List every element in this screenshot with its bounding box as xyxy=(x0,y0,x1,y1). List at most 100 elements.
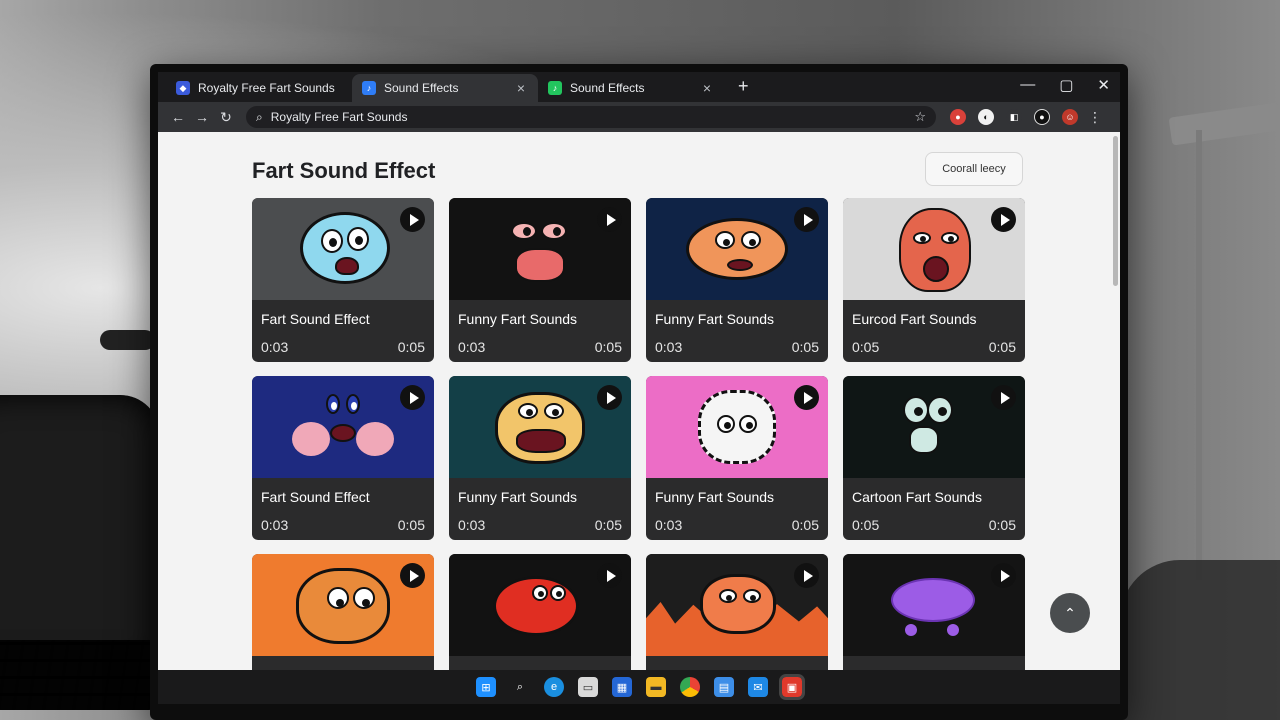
sound-card[interactable]: Funny Fart Sounds 0:03 0:05 xyxy=(646,376,828,540)
play-button[interactable] xyxy=(597,207,622,232)
record-extension-icon[interactable]: ● xyxy=(1034,109,1050,125)
edge-icon[interactable]: e xyxy=(544,677,564,697)
play-button[interactable] xyxy=(794,563,819,588)
new-tab-button[interactable]: + xyxy=(738,76,749,97)
play-button[interactable] xyxy=(794,385,819,410)
chair-arm xyxy=(100,330,155,350)
extensions: ● ◐ ◧ ● ☺ xyxy=(950,109,1078,125)
blue-app-icon: ♪ xyxy=(362,81,376,95)
duration: 0:05 xyxy=(988,517,1016,533)
current-time: 0:03 xyxy=(655,339,683,355)
red-extension-icon[interactable]: ● xyxy=(950,109,966,125)
screaming-head-icon xyxy=(899,208,971,292)
sound-card[interactable] xyxy=(843,554,1025,670)
office-chair xyxy=(0,395,160,665)
scroll-to-top-button[interactable]: ⌃ xyxy=(1050,593,1090,633)
play-button[interactable] xyxy=(597,563,622,588)
card-title: Funny Fart Sounds xyxy=(458,489,578,505)
bookmark-star-icon[interactable]: ☆ xyxy=(914,109,926,125)
tab-title: Royalty Free Fart Sounds xyxy=(198,81,335,95)
tab-title: Sound Effects xyxy=(384,81,459,95)
address-bar[interactable]: ⌕ Royalty Free Fart Sounds ☆ xyxy=(246,106,936,128)
forward-arrow-icon[interactable]: → xyxy=(190,109,214,125)
purple-drop-icon xyxy=(947,624,959,636)
play-button[interactable] xyxy=(991,207,1016,232)
play-button[interactable] xyxy=(991,385,1016,410)
windows-start-icon[interactable]: ⊞ xyxy=(476,677,496,697)
scrollbar[interactable] xyxy=(1113,136,1118,286)
close-window-button[interactable]: ✕ xyxy=(1097,76,1110,94)
play-button[interactable] xyxy=(400,207,425,232)
play-button[interactable] xyxy=(991,563,1016,588)
sound-card[interactable]: Funny Fart Sounds 0:03 0:05 xyxy=(449,198,631,362)
ghost-face-icon xyxy=(903,396,963,460)
current-time: 0:03 xyxy=(261,517,289,533)
close-icon[interactable]: × xyxy=(700,80,714,96)
chrome-icon[interactable] xyxy=(680,677,700,697)
sound-card[interactable] xyxy=(449,554,631,670)
mail-icon[interactable]: ✉ xyxy=(748,677,768,697)
filter-button[interactable]: Coorall leecy xyxy=(925,152,1023,186)
card-title: Fart Sound Effect xyxy=(261,311,370,327)
search-icon[interactable]: ⌕ xyxy=(510,677,530,697)
sleepy-orange-face-icon xyxy=(296,568,390,644)
page-title: Fart Sound Effect xyxy=(252,158,436,183)
maximize-button[interactable]: ▢ xyxy=(1059,76,1073,94)
red-app-icon[interactable]: ▣ xyxy=(779,674,805,700)
address-text: Royalty Free Fart Sounds xyxy=(270,110,408,124)
play-button[interactable] xyxy=(400,385,425,410)
play-button[interactable] xyxy=(794,207,819,232)
duration: 0:05 xyxy=(988,339,1016,355)
sound-card[interactable]: Cartoon Fart Sounds 0:05 0:05 xyxy=(843,376,1025,540)
current-time: 0:03 xyxy=(261,339,289,355)
blob-face-icon xyxy=(300,212,390,284)
keyboard xyxy=(0,640,165,710)
blue-shield-icon: ◆ xyxy=(176,81,190,95)
current-time: 0:03 xyxy=(655,517,683,533)
flame-face-icon xyxy=(700,574,776,634)
sound-card[interactable]: Funny Fart Sounds 0:03 0:05 xyxy=(646,198,828,362)
card-title: Funny Fart Sounds xyxy=(655,489,775,505)
orange-face-icon xyxy=(686,218,788,280)
folder-icon[interactable]: ▬ xyxy=(646,677,666,697)
current-time: 0:05 xyxy=(852,517,880,533)
yellow-face-icon xyxy=(495,392,585,464)
minimize-button[interactable]: — xyxy=(1020,76,1035,94)
fluffy-face-icon xyxy=(698,390,776,464)
calendar-icon[interactable]: ▤ xyxy=(714,677,734,697)
taskbar: ⊞ ⌕ e ▭ ▦ ▬ ▤ ✉ ▣ xyxy=(158,670,1120,704)
sound-card[interactable] xyxy=(252,554,434,670)
back-arrow-icon[interactable]: ← xyxy=(166,109,190,125)
card-title: Funny Fart Sounds xyxy=(458,311,578,327)
store-icon[interactable]: ▦ xyxy=(612,677,632,697)
menu-dots-icon[interactable]: ⋮ xyxy=(1088,109,1102,126)
tab-strip: ◆ Royalty Free Fart Sounds ♪ Sound Effec… xyxy=(158,72,1120,102)
red-blob-icon xyxy=(493,576,579,636)
file-icon[interactable]: ▭ xyxy=(578,677,598,697)
sound-card[interactable] xyxy=(646,554,828,670)
profile-extension-icon[interactable]: ◐ xyxy=(978,109,994,125)
sound-card[interactable]: Fart Sound Effect 0:03 0:05 xyxy=(252,376,434,540)
current-time: 0:03 xyxy=(458,339,486,355)
play-button[interactable] xyxy=(400,563,425,588)
lamp-pole xyxy=(1196,130,1202,580)
current-time: 0:03 xyxy=(458,517,486,533)
screen: ◆ Royalty Free Fart Sounds ♪ Sound Effec… xyxy=(158,72,1120,704)
duration: 0:05 xyxy=(594,339,622,355)
puzzle-extension-icon[interactable]: ◧ xyxy=(1006,109,1022,125)
card-title: Eurcod Fart Sounds xyxy=(852,311,977,327)
close-icon[interactable]: × xyxy=(514,80,528,96)
reload-icon[interactable]: ↻ xyxy=(214,109,238,126)
duration: 0:05 xyxy=(594,517,622,533)
tab-title: Sound Effects xyxy=(570,81,645,95)
tab-sound-effects[interactable]: ♪ Sound Effects × xyxy=(538,74,724,102)
sound-card[interactable]: Eurcod Fart Sounds 0:05 0:05 xyxy=(843,198,1025,362)
play-button[interactable] xyxy=(597,385,622,410)
tab-royalty-free[interactable]: ◆ Royalty Free Fart Sounds xyxy=(166,74,352,102)
monitor-stand xyxy=(1120,560,1280,720)
avatar-icon[interactable]: ☺ xyxy=(1062,109,1078,125)
green-app-icon: ♪ xyxy=(548,81,562,95)
sound-card[interactable]: Fart Sound Effect 0:03 0:05 xyxy=(252,198,434,362)
tab-sound-effects-active[interactable]: ♪ Sound Effects × xyxy=(352,74,538,102)
sound-card[interactable]: Funny Fart Sounds 0:03 0:05 xyxy=(449,376,631,540)
